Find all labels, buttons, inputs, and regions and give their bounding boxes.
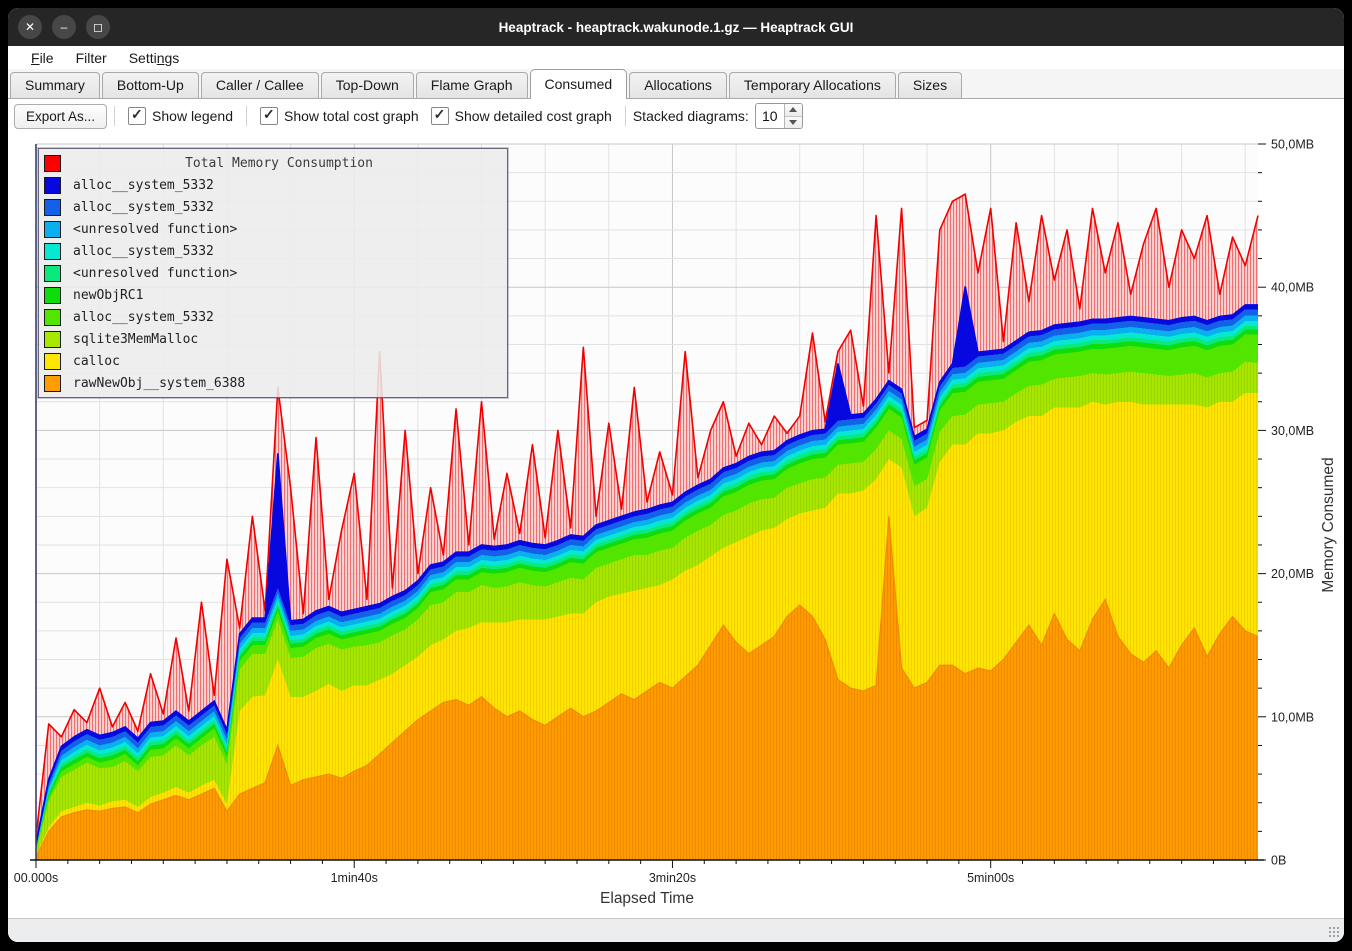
- stacked-diagrams-label: Stacked diagrams:: [633, 108, 749, 124]
- close-icon[interactable]: ✕: [18, 15, 42, 39]
- menu-bar: File Filter Settings: [8, 46, 1344, 69]
- legend-swatch-icon: [44, 177, 61, 194]
- legend-swatch-icon: [44, 221, 61, 238]
- legend-label: calloc: [61, 354, 120, 369]
- app-window: ✕ – ◻ Heaptrack - heaptrack.wakunode.1.g…: [8, 8, 1344, 942]
- menu-filter[interactable]: Filter: [67, 49, 116, 67]
- tab-summary[interactable]: Summary: [10, 72, 100, 98]
- checkbox-label: Show total cost graph: [284, 108, 419, 124]
- y-tick-label: 20,0MB: [1271, 567, 1314, 581]
- x-axis-title: Elapsed Time: [36, 890, 1258, 908]
- y-tick-label: 10,0MB: [1271, 710, 1314, 724]
- legend-swatch-icon: [44, 331, 61, 348]
- legend-swatch-icon: [44, 243, 61, 260]
- checkbox-check-icon[interactable]: [128, 107, 146, 125]
- legend-label: <unresolved function>: [61, 222, 237, 237]
- window-controls: ✕ – ◻: [18, 15, 110, 39]
- x-tick-label: 5min00s: [967, 871, 1014, 885]
- toolbar-separator: [625, 106, 626, 126]
- x-tick-label: 3min20s: [649, 871, 696, 885]
- legend-item[interactable]: Total Memory Consumption: [39, 152, 507, 174]
- show-legend-checkbox[interactable]: Show legend: [128, 107, 233, 125]
- checkbox-check-icon[interactable]: [260, 107, 278, 125]
- legend-item[interactable]: alloc__system_5332: [39, 240, 507, 262]
- spinbox-down-button[interactable]: [785, 116, 802, 129]
- checkbox-label: Show detailed cost graph: [455, 108, 612, 124]
- legend-swatch-icon: [44, 265, 61, 282]
- tab-temporary-allocations[interactable]: Temporary Allocations: [729, 72, 896, 98]
- export-as-button[interactable]: Export As...: [14, 104, 107, 129]
- chart-region: 00.000s 1min40s 3min20s 5min00s 0B 10,0MB 20,0…: [8, 133, 1344, 918]
- y-tick-label: 40,0MB: [1271, 281, 1314, 295]
- show-detailed-cost-checkbox[interactable]: Show detailed cost graph: [431, 107, 612, 125]
- legend-swatch-icon: [44, 309, 61, 326]
- window-title: Heaptrack - heaptrack.wakunode.1.gz — He…: [8, 20, 1344, 35]
- legend-label: newObjRC1: [61, 288, 143, 303]
- tab-consumed[interactable]: Consumed: [530, 69, 628, 99]
- chart-legend: Total Memory Consumption alloc__system_53…: [38, 148, 508, 398]
- resize-grip[interactable]: [1328, 926, 1341, 939]
- chevron-down-icon: [789, 120, 797, 125]
- minimize-icon[interactable]: –: [52, 15, 76, 39]
- legend-label: <unresolved function>: [61, 266, 237, 281]
- legend-item[interactable]: sqlite3MemMalloc: [39, 328, 507, 350]
- legend-swatch-icon: [44, 287, 61, 304]
- legend-item[interactable]: newObjRC1: [39, 284, 507, 306]
- legend-item[interactable]: <unresolved function>: [39, 218, 507, 240]
- stacked-diagrams-spinbox[interactable]: 10: [755, 103, 803, 129]
- legend-item[interactable]: calloc: [39, 350, 507, 372]
- y-tick-label: 0B: [1271, 854, 1286, 868]
- y-tick-label: 50,0MB: [1271, 138, 1314, 152]
- legend-item[interactable]: alloc__system_5332: [39, 306, 507, 328]
- legend-label: alloc__system_5332: [61, 244, 214, 259]
- spinbox-value[interactable]: 10: [756, 104, 784, 128]
- legend-swatch-icon: [44, 199, 61, 216]
- tab-top-down[interactable]: Top-Down: [321, 72, 414, 98]
- legend-label: alloc__system_5332: [61, 200, 214, 215]
- tab-flame-graph[interactable]: Flame Graph: [416, 72, 528, 98]
- legend-item[interactable]: alloc__system_5332: [39, 196, 507, 218]
- menu-settings[interactable]: Settings: [120, 49, 189, 67]
- legend-label: Total Memory Consumption: [39, 156, 507, 171]
- chevron-up-icon: [789, 107, 797, 112]
- checkbox-check-icon[interactable]: [431, 107, 449, 125]
- maximize-icon[interactable]: ◻: [86, 15, 110, 39]
- legend-label: alloc__system_5332: [61, 178, 214, 193]
- legend-label: rawNewObj__system_6388: [61, 376, 245, 391]
- menu-file[interactable]: File: [22, 49, 63, 67]
- legend-label: alloc__system_5332: [61, 310, 214, 325]
- legend-item[interactable]: rawNewObj__system_6388: [39, 372, 507, 394]
- tab-bottom-up[interactable]: Bottom-Up: [102, 72, 199, 98]
- x-tick-label: 1min40s: [331, 871, 378, 885]
- title-bar: ✕ – ◻ Heaptrack - heaptrack.wakunode.1.g…: [8, 8, 1344, 46]
- tab-sizes[interactable]: Sizes: [898, 72, 962, 98]
- toolbar: Export As... Show legend Show total cost…: [8, 99, 1344, 133]
- y-axis-title: Memory Consumed: [1320, 512, 1338, 538]
- legend-swatch-icon: [44, 375, 61, 392]
- show-total-cost-checkbox[interactable]: Show total cost graph: [260, 107, 419, 125]
- tab-bar: Summary Bottom-Up Caller / Callee Top-Do…: [8, 69, 1344, 99]
- x-tick-label: 00.000s: [14, 871, 58, 885]
- legend-item[interactable]: alloc__system_5332: [39, 174, 507, 196]
- tab-caller-callee[interactable]: Caller / Callee: [201, 72, 319, 98]
- tab-allocations[interactable]: Allocations: [629, 72, 727, 98]
- toolbar-separator: [114, 106, 115, 126]
- legend-swatch-icon: [44, 353, 61, 370]
- status-bar: [8, 918, 1344, 942]
- y-tick-label: 30,0MB: [1271, 424, 1314, 438]
- toolbar-separator: [246, 106, 247, 126]
- legend-item[interactable]: <unresolved function>: [39, 262, 507, 284]
- stacked-diagrams-control: Stacked diagrams: 10: [633, 103, 803, 129]
- spinbox-up-button[interactable]: [785, 104, 802, 116]
- checkbox-label: Show legend: [152, 108, 233, 124]
- legend-label: sqlite3MemMalloc: [61, 332, 198, 347]
